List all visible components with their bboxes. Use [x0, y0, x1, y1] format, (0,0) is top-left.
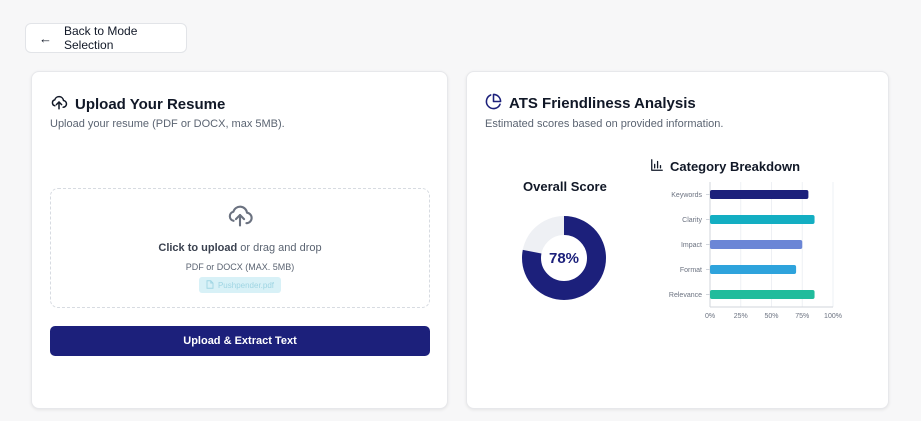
category-label: Relevance: [669, 292, 702, 299]
bar-relevance: [710, 290, 815, 299]
x-tick-label: 0%: [705, 313, 715, 320]
category-breakdown-header: Category Breakdown: [650, 158, 800, 175]
selected-file-name: Pushpender.pdf: [217, 280, 275, 290]
overall-score-title: Overall Score: [523, 179, 607, 194]
category-breakdown-title: Category Breakdown: [670, 159, 801, 174]
category-breakdown-chart: 0% 25% 50% 75% 100% Keywords Clarity Impact Form…: [669, 182, 842, 320]
ats-card-header: ATS Friendliness Analysis: [485, 93, 696, 114]
bar-impact: [710, 240, 803, 249]
cloud-upload-icon: [50, 93, 68, 115]
category-label: Keywords: [671, 192, 702, 199]
file-icon: [206, 279, 214, 291]
x-tick-label: 50%: [764, 313, 778, 320]
pie-chart-icon: [485, 93, 502, 114]
file-type-hint: PDF or DOCX (MAX. 5MB): [185, 262, 295, 272]
upload-extract-button[interactable]: Upload & Extract Text: [50, 326, 430, 356]
back-button-label: Back to Mode Selection: [64, 24, 138, 52]
click-to-upload-text[interactable]: Click to upload: [158, 242, 237, 254]
back-to-mode-selection-button[interactable]: ← Back to Mode Selection: [25, 23, 187, 53]
bar-clarity: [710, 215, 815, 224]
ats-card-title: ATS Friendliness Analysis: [509, 95, 696, 112]
x-tick-label: 25%: [734, 313, 748, 320]
bar-keywords: [710, 190, 809, 199]
category-label: Impact: [681, 242, 702, 249]
upload-resume-card: Upload Your Resume Upload your resume (P…: [31, 71, 448, 409]
bar-chart-icon: [650, 158, 664, 175]
dropzone-instruction: Click to upload or drag and drop: [158, 242, 321, 254]
overall-score-donut: 78%: [522, 216, 606, 300]
drag-drop-text: or drag and drop: [237, 242, 322, 254]
arrow-left-icon: ←: [39, 30, 52, 46]
overall-score-label: 78%: [549, 250, 579, 267]
selected-file-chip: Pushpender.pdf: [198, 277, 282, 293]
upload-card-title: Upload Your Resume: [75, 95, 226, 113]
x-tick-label: 75%: [795, 313, 809, 320]
cloud-upload-icon: [225, 201, 255, 234]
category-label: Clarity: [682, 217, 702, 224]
file-dropzone[interactable]: Click to upload or drag and drop PDF or …: [50, 188, 430, 308]
upload-card-header: Upload Your Resume: [50, 93, 225, 115]
ats-card-subtitle: Estimated scores based on provided infor…: [485, 118, 724, 130]
x-tick-label: 100%: [824, 313, 842, 320]
bar-format: [710, 265, 797, 274]
upload-card-subtitle: Upload your resume (PDF or DOCX, max 5MB…: [50, 118, 285, 130]
category-label: Format: [680, 267, 702, 274]
ats-analysis-card: ATS Friendliness Analysis Estimated scor…: [466, 71, 889, 409]
